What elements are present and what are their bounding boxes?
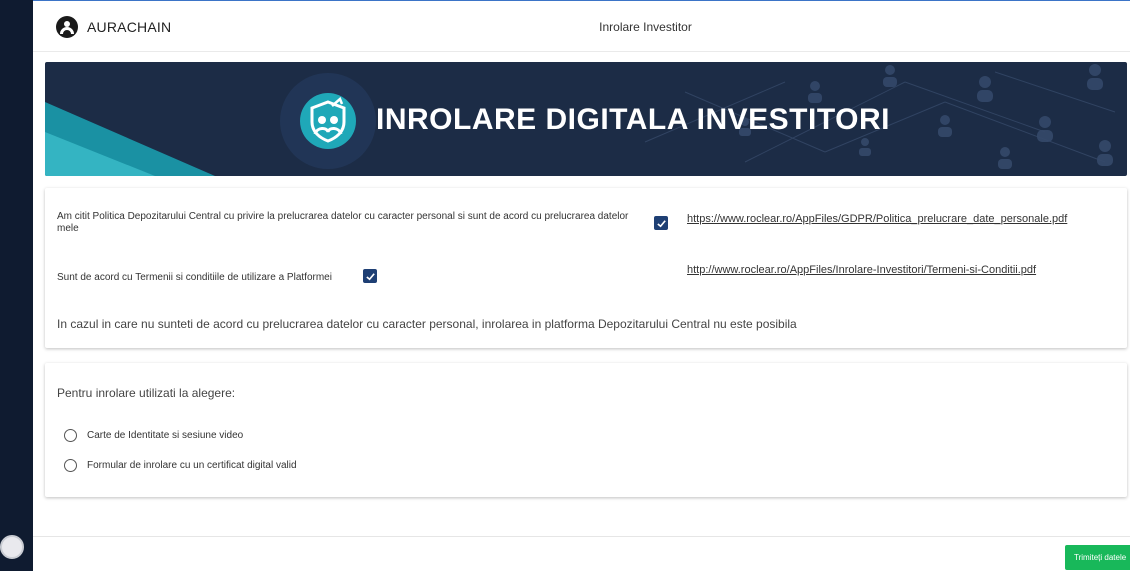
checkmark-icon: [365, 272, 375, 280]
banner-title: INROLARE DIGITALA INVESTITORI: [376, 103, 890, 136]
option-label: Formular de inrolare cu un certificat di…: [87, 460, 297, 471]
main-content: AURACHAIN Inrolare Investitor INROLARE D…: [33, 0, 1130, 571]
top-bar: AURACHAIN Inrolare Investitor: [33, 1, 1130, 52]
gdpr-consent-text: Am citit Politica Depozitarului Central …: [57, 211, 629, 234]
page-title: Inrolare Investitor: [599, 20, 692, 34]
submit-button[interactable]: Trimiteți datele: [1065, 545, 1130, 570]
shield-people-icon: [300, 93, 356, 149]
option-id-card-video[interactable]: Carte de Identitate si sesiune video: [64, 429, 243, 442]
terms-consent-text: Sunt de acord cu Termenii si conditiile …: [57, 272, 332, 283]
option-label: Carte de Identitate si sesiune video: [87, 430, 244, 441]
enrollment-method-card: Pentru inrolare utilizati la alegere: Ca…: [45, 363, 1127, 497]
gdpr-policy-link[interactable]: https://www.roclear.ro/AppFiles/GDPR/Pol…: [687, 213, 1067, 225]
hero-banner: INROLARE DIGITALA INVESTITORI: [45, 62, 1127, 176]
left-sidebar-rail: [0, 0, 33, 571]
radio-button[interactable]: [64, 429, 77, 442]
radio-button[interactable]: [64, 459, 77, 472]
option-digital-certificate[interactable]: Formular de inrolare cu un certificat di…: [64, 459, 297, 472]
terms-conditions-link[interactable]: http://www.roclear.ro/AppFiles/Inrolare-…: [687, 264, 1036, 276]
enrollment-method-label: Pentru inrolare utilizati la alegere:: [57, 386, 236, 400]
terms-consent-checkbox[interactable]: [363, 269, 377, 283]
consent-card: Am citit Politica Depozitarului Central …: [45, 188, 1127, 348]
consent-info-text: In cazul in care nu sunteti de acord cu …: [57, 317, 797, 331]
checkmark-icon: [656, 219, 666, 227]
sidebar-toggle-icon[interactable]: [0, 535, 24, 559]
gdpr-consent-checkbox[interactable]: [654, 216, 668, 230]
footer-divider: [33, 536, 1130, 537]
